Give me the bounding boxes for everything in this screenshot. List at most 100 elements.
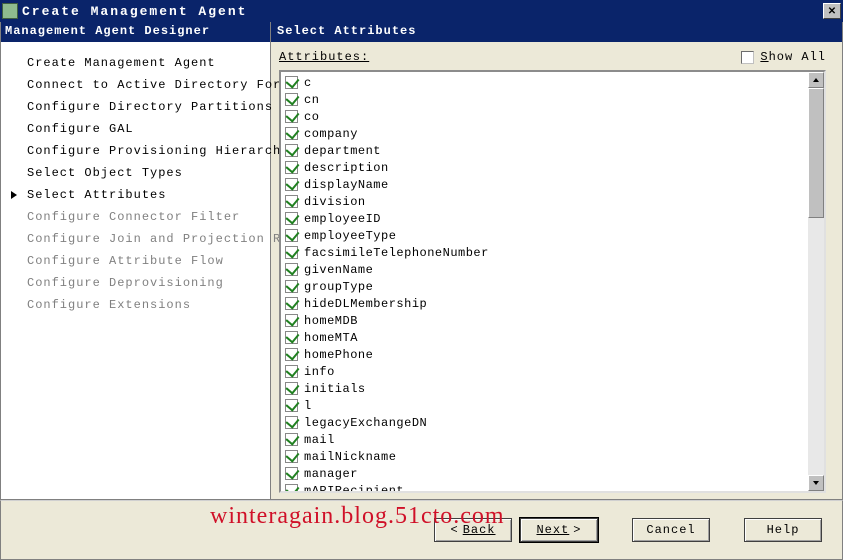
attribute-row[interactable]: hideDLMembership [281, 295, 808, 312]
attribute-row[interactable]: facsimileTelephoneNumber [281, 244, 808, 261]
attribute-row[interactable]: department [281, 142, 808, 159]
attribute-row[interactable]: c [281, 74, 808, 91]
attribute-checkbox[interactable] [285, 93, 298, 106]
attribute-label: company [304, 127, 358, 141]
attribute-checkbox[interactable] [285, 416, 298, 429]
attribute-row[interactable]: mAPIRecipient [281, 482, 808, 491]
attribute-checkbox[interactable] [285, 297, 298, 310]
attribute-checkbox[interactable] [285, 450, 298, 463]
attribute-checkbox[interactable] [285, 229, 298, 242]
sidebar-item: Configure Connector Filter [1, 206, 270, 228]
sidebar-item[interactable]: Create Management Agent [1, 52, 270, 74]
attribute-checkbox[interactable] [285, 467, 298, 480]
attribute-checkbox[interactable] [285, 212, 298, 225]
close-icon: ✕ [828, 6, 836, 17]
attribute-label: info [304, 365, 335, 379]
attribute-checkbox[interactable] [285, 331, 298, 344]
attribute-row[interactable]: division [281, 193, 808, 210]
attribute-row[interactable]: info [281, 363, 808, 380]
next-button[interactable]: Next > [520, 518, 598, 542]
attribute-row[interactable]: displayName [281, 176, 808, 193]
scroll-up-button[interactable] [808, 72, 824, 88]
attribute-row[interactable]: employeeType [281, 227, 808, 244]
attribute-row[interactable]: homeMTA [281, 329, 808, 346]
sidebar-item[interactable]: Configure Directory Partitions [1, 96, 270, 118]
scroll-thumb[interactable] [808, 88, 824, 218]
sidebar-item-label: Select Object Types [27, 166, 183, 180]
attributes-listbox[interactable]: c cn co companydepartmentdescriptiondisplay… [279, 70, 826, 493]
sidebar-item-label: Configure Connector Filter [27, 210, 240, 224]
attribute-label: homeMDB [304, 314, 358, 328]
help-button[interactable]: Help [744, 518, 822, 542]
sidebar-item[interactable]: Select Attributes [1, 184, 270, 206]
attribute-label: mail [304, 433, 335, 447]
sidebar-item: Configure Deprovisioning [1, 272, 270, 294]
attribute-row[interactable]: givenName [281, 261, 808, 278]
attribute-row[interactable]: mailNickname [281, 448, 808, 465]
attribute-label: co [304, 110, 319, 124]
sidebar-item[interactable]: Select Object Types [1, 162, 270, 184]
window-title: Create Management Agent [22, 4, 823, 19]
attribute-row[interactable]: legacyExchangeDN [281, 414, 808, 431]
attribute-label: employeeType [304, 229, 396, 243]
attribute-checkbox[interactable] [285, 195, 298, 208]
attribute-row[interactable]: groupType [281, 278, 808, 295]
wizard-sidebar: Management Agent Designer Create Managem… [0, 22, 271, 500]
sidebar-item-label: Configure Attribute Flow [27, 254, 224, 268]
attribute-row[interactable]: employeeID [281, 210, 808, 227]
attribute-label: groupType [304, 280, 373, 294]
attribute-row[interactable]: company [281, 125, 808, 142]
attribute-row[interactable]: homeMDB [281, 312, 808, 329]
attribute-checkbox[interactable] [285, 365, 298, 378]
sidebar-item: Configure Join and Projection Rules [1, 228, 270, 250]
attribute-checkbox[interactable] [285, 433, 298, 446]
attribute-checkbox[interactable] [285, 382, 298, 395]
attribute-row[interactable]: manager [281, 465, 808, 482]
scroll-track[interactable] [808, 88, 824, 475]
attribute-checkbox[interactable] [285, 161, 298, 174]
attribute-row[interactable]: co [281, 108, 808, 125]
attribute-row[interactable]: mail [281, 431, 808, 448]
attribute-row[interactable]: homePhone [281, 346, 808, 363]
show-all-label[interactable]: Show All [760, 50, 826, 64]
attribute-checkbox[interactable] [285, 110, 298, 123]
attribute-checkbox[interactable] [285, 484, 298, 491]
attribute-checkbox[interactable] [285, 314, 298, 327]
attribute-checkbox[interactable] [285, 246, 298, 259]
back-button[interactable]: < Back [434, 518, 512, 542]
chevron-right-icon: > [573, 523, 581, 537]
attribute-checkbox[interactable] [285, 178, 298, 191]
attribute-checkbox[interactable] [285, 399, 298, 412]
close-button[interactable]: ✕ [823, 3, 841, 19]
main-header: Select Attributes [271, 22, 842, 42]
app-icon [2, 3, 18, 19]
attribute-label: legacyExchangeDN [304, 416, 427, 430]
attribute-checkbox[interactable] [285, 76, 298, 89]
chevron-left-icon: < [450, 523, 458, 537]
cancel-button[interactable]: Cancel [632, 518, 710, 542]
attribute-row[interactable]: initials [281, 380, 808, 397]
show-all-checkbox[interactable] [741, 51, 754, 64]
attribute-label: cn [304, 93, 319, 107]
sidebar-item[interactable]: Configure Provisioning Hierarchy [1, 140, 270, 162]
attribute-row[interactable]: cn [281, 91, 808, 108]
titlebar: Create Management Agent ✕ [0, 0, 843, 22]
attribute-checkbox[interactable] [285, 348, 298, 361]
attribute-row[interactable]: description [281, 159, 808, 176]
attribute-checkbox[interactable] [285, 280, 298, 293]
attribute-checkbox[interactable] [285, 144, 298, 157]
sidebar-item-label: Select Attributes [27, 188, 166, 202]
sidebar-item[interactable]: Configure GAL [1, 118, 270, 140]
sidebar-item[interactable]: Connect to Active Directory Forest [1, 74, 270, 96]
sidebar-item-label: Create Management Agent [27, 56, 216, 70]
attribute-label: homePhone [304, 348, 373, 362]
scrollbar[interactable] [808, 72, 824, 491]
scroll-down-button[interactable] [808, 475, 824, 491]
sidebar-item-label: Configure Join and Projection Rules [27, 232, 314, 246]
main-panel: Select Attributes Attributes: Show All c… [271, 22, 843, 500]
attribute-checkbox[interactable] [285, 127, 298, 140]
attribute-row[interactable]: l [281, 397, 808, 414]
attribute-checkbox[interactable] [285, 263, 298, 276]
attribute-label: hideDLMembership [304, 297, 427, 311]
attribute-label: facsimileTelephoneNumber [304, 246, 489, 260]
